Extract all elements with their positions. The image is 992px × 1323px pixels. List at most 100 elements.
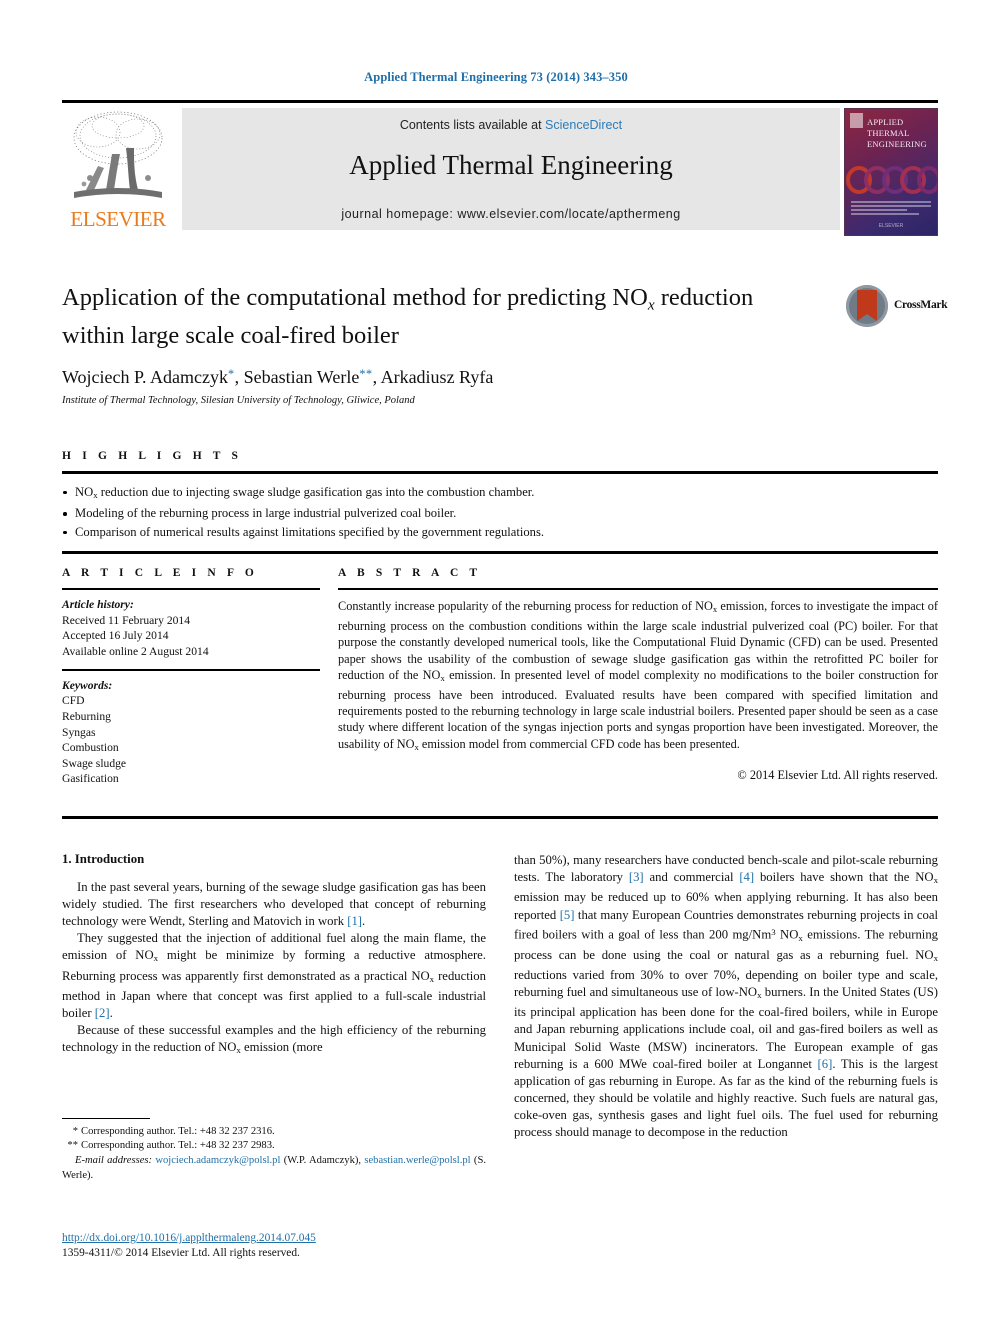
footnote-separator-rule (62, 1118, 150, 1119)
right-s3: x (933, 952, 938, 963)
right-t2: and commercial (643, 870, 740, 885)
body-columns: 1. Introduction In the past several year… (62, 852, 938, 1252)
right-t3: boilers have shown that the NO (754, 870, 934, 885)
crossmark-circle-icon (846, 285, 888, 327)
highlight-2-text: Modeling of the reburning process in lar… (75, 506, 457, 521)
author-1-footnote-mark[interactable]: * (228, 367, 235, 381)
article-info-column: A R T I C L E I N F O Article history: R… (62, 567, 320, 787)
keyword-item: Combustion (62, 741, 119, 755)
cover-rings-graphic (846, 166, 937, 194)
author-2: Sebastian Werle (243, 367, 360, 388)
journal-cover-thumbnail: APPLIED THERMAL ENGINEERING ELSEVIER (844, 108, 938, 236)
article-history-block: Article history: Received 11 February 20… (62, 590, 320, 659)
highlight-1-pre: NO (75, 484, 94, 499)
author-list: Wojciech P. Adamczyk*, Sebastian Werle**… (62, 367, 938, 388)
email-link-1[interactable]: wojciech.adamczyk@polsl.pl (155, 1155, 280, 1166)
highlights-section: H I G H L I G H T S NOx reduction due to… (62, 450, 938, 554)
abstract-column: A B S T R A C T Constantly increase popu… (338, 567, 938, 787)
email-addresses-label: E-mail addresses: (75, 1155, 153, 1167)
journal-masthead: ELSEVIER Contents lists available at Sci… (62, 100, 938, 236)
title-line1-b: reduction (654, 284, 754, 311)
keyword-item: Syngas (62, 725, 96, 739)
cover-text-lines (851, 201, 931, 217)
citation-ref-4[interactable]: [4] (739, 870, 754, 884)
keyword-item: Reburning (62, 709, 111, 723)
intro-p1-b: . (362, 914, 366, 929)
article-page: Applied Thermal Engineering 73 (2014) 34… (0, 0, 992, 1323)
author-affiliation: Institute of Thermal Technology, Silesia… (62, 395, 415, 407)
journal-title: Applied Thermal Engineering (349, 150, 673, 180)
keyword-item: CFD (62, 694, 85, 708)
cover-title-line3: ENGINEERING (867, 139, 927, 149)
highlight-3-text: Comparison of numerical results against … (75, 524, 545, 539)
keywords-label: Keywords: (62, 678, 113, 692)
issn-copyright-line: 1359-4311/© 2014 Elsevier Ltd. All right… (62, 1247, 300, 1259)
paragraph: They suggested that the injection of add… (62, 930, 486, 1022)
citation-ref-5[interactable]: [5] (560, 908, 575, 922)
highlight-1-post: reduction due to injecting swage sludge … (97, 484, 535, 499)
author-1: Wojciech P. Adamczyk (62, 367, 229, 388)
crossmark-badge[interactable]: CrossMark (846, 285, 948, 329)
cover-title-block: APPLIED THERMAL ENGINEERING (867, 117, 933, 150)
author-2-footnote-mark[interactable]: ** (359, 367, 372, 381)
citation-ref-6[interactable]: [6] (818, 1057, 833, 1071)
paragraph: than 50%), many researchers have conduct… (514, 852, 938, 1141)
keywords-block: Keywords: CFD Reburning Syngas Combustio… (62, 671, 320, 787)
elsevier-logo: ELSEVIER (62, 106, 174, 234)
footnote-mark-1: * (72, 1126, 78, 1137)
paragraph: Because of these successful examples and… (62, 1022, 486, 1059)
abstract-label: A B S T R A C T (338, 567, 482, 579)
body-right-column: than 50%), many researchers have conduct… (514, 852, 938, 1141)
page-title: Application of the computational method … (62, 282, 852, 351)
contents-available-line: Contents lists available at ScienceDirec… (182, 118, 840, 132)
doi-link[interactable]: http://dx.doi.org/10.1016/j.applthermale… (62, 1231, 562, 1246)
highlights-bottom-rule (62, 551, 938, 554)
email-link-2[interactable]: sebastian.werle@polsl.pl (364, 1155, 470, 1166)
history-available-online: Available online 2 August 2014 (62, 644, 209, 658)
cover-title-line1: APPLIED (867, 117, 904, 127)
doi-block: http://dx.doi.org/10.1016/j.applthermale… (62, 1231, 562, 1261)
sciencedirect-link[interactable]: ScienceDirect (545, 118, 622, 132)
title-line1-subscript: x (647, 296, 655, 314)
list-item: Comparison of numerical results against … (62, 523, 938, 542)
journal-homepage-link[interactable]: journal homepage: www.elsevier.com/locat… (182, 207, 840, 221)
list-item: NOx reduction due to injecting swage slu… (62, 483, 938, 505)
cover-footer-wordmark: ELSEVIER (878, 223, 904, 229)
article-history-label: Article history: (62, 598, 134, 612)
citation-ref-2[interactable]: [2] (95, 1006, 110, 1020)
crossmark-label: CrossMark (894, 299, 948, 311)
keyword-item: Gasification (62, 772, 119, 786)
paragraph: In the past several years, burning of th… (62, 879, 486, 930)
right-t6: NO (775, 927, 799, 942)
citation-ref-3[interactable]: [3] (629, 870, 644, 884)
abstract-part-1: Constantly increase popularity of the re… (338, 599, 713, 614)
intro-p2-d: . (109, 1006, 113, 1021)
title-line2: within large scale coal-fired boiler (62, 322, 399, 350)
right-s1: x (933, 875, 938, 886)
footnote-mark-2: ** (67, 1140, 78, 1152)
section-heading-introduction: 1. Introduction (62, 852, 145, 866)
author-3: Arkadiusz Ryfa (380, 367, 494, 388)
cover-elsevier-icon (850, 113, 863, 128)
footnotes-block: * Corresponding author. Tel.: +48 32 237 … (62, 1118, 486, 1183)
info-abstract-section: A R T I C L E I N F O Article history: R… (62, 567, 938, 819)
history-accepted: Accepted 16 July 2014 (62, 629, 169, 643)
author-sep-1: , (234, 367, 244, 388)
email-addresses-line: E-mail addresses: wojciech.adamczyk@pols… (62, 1154, 486, 1182)
sciencedirect-panel: Contents lists available at ScienceDirec… (182, 108, 840, 230)
body-left-column: 1. Introduction In the past several year… (62, 852, 486, 1060)
keyword-item: Swage sludge (62, 756, 127, 770)
citation-ref-1[interactable]: [1] (347, 914, 362, 928)
corresponding-author-1-text: Corresponding author. Tel.: +48 32 237 2… (81, 1126, 275, 1137)
history-received: Received 11 February 2014 (62, 613, 191, 627)
highlights-list: NOx reduction due to injecting swage slu… (62, 474, 938, 552)
crossmark-book-icon (857, 290, 877, 321)
abstract-part-4: emission model from commercial CFD code … (418, 736, 740, 751)
list-item: Modeling of the reburning process in lar… (62, 504, 938, 523)
running-head: Applied Thermal Engineering 73 (2014) 34… (364, 70, 628, 84)
intro-p1-a: In the past several years, burning of th… (62, 880, 486, 929)
info-abstract-bottom-rule (62, 816, 938, 819)
elsevier-tree-icon (73, 111, 163, 198)
abstract-text: Constantly increase popularity of the re… (338, 590, 938, 755)
article-info-label: A R T I C L E I N F O (62, 567, 258, 579)
